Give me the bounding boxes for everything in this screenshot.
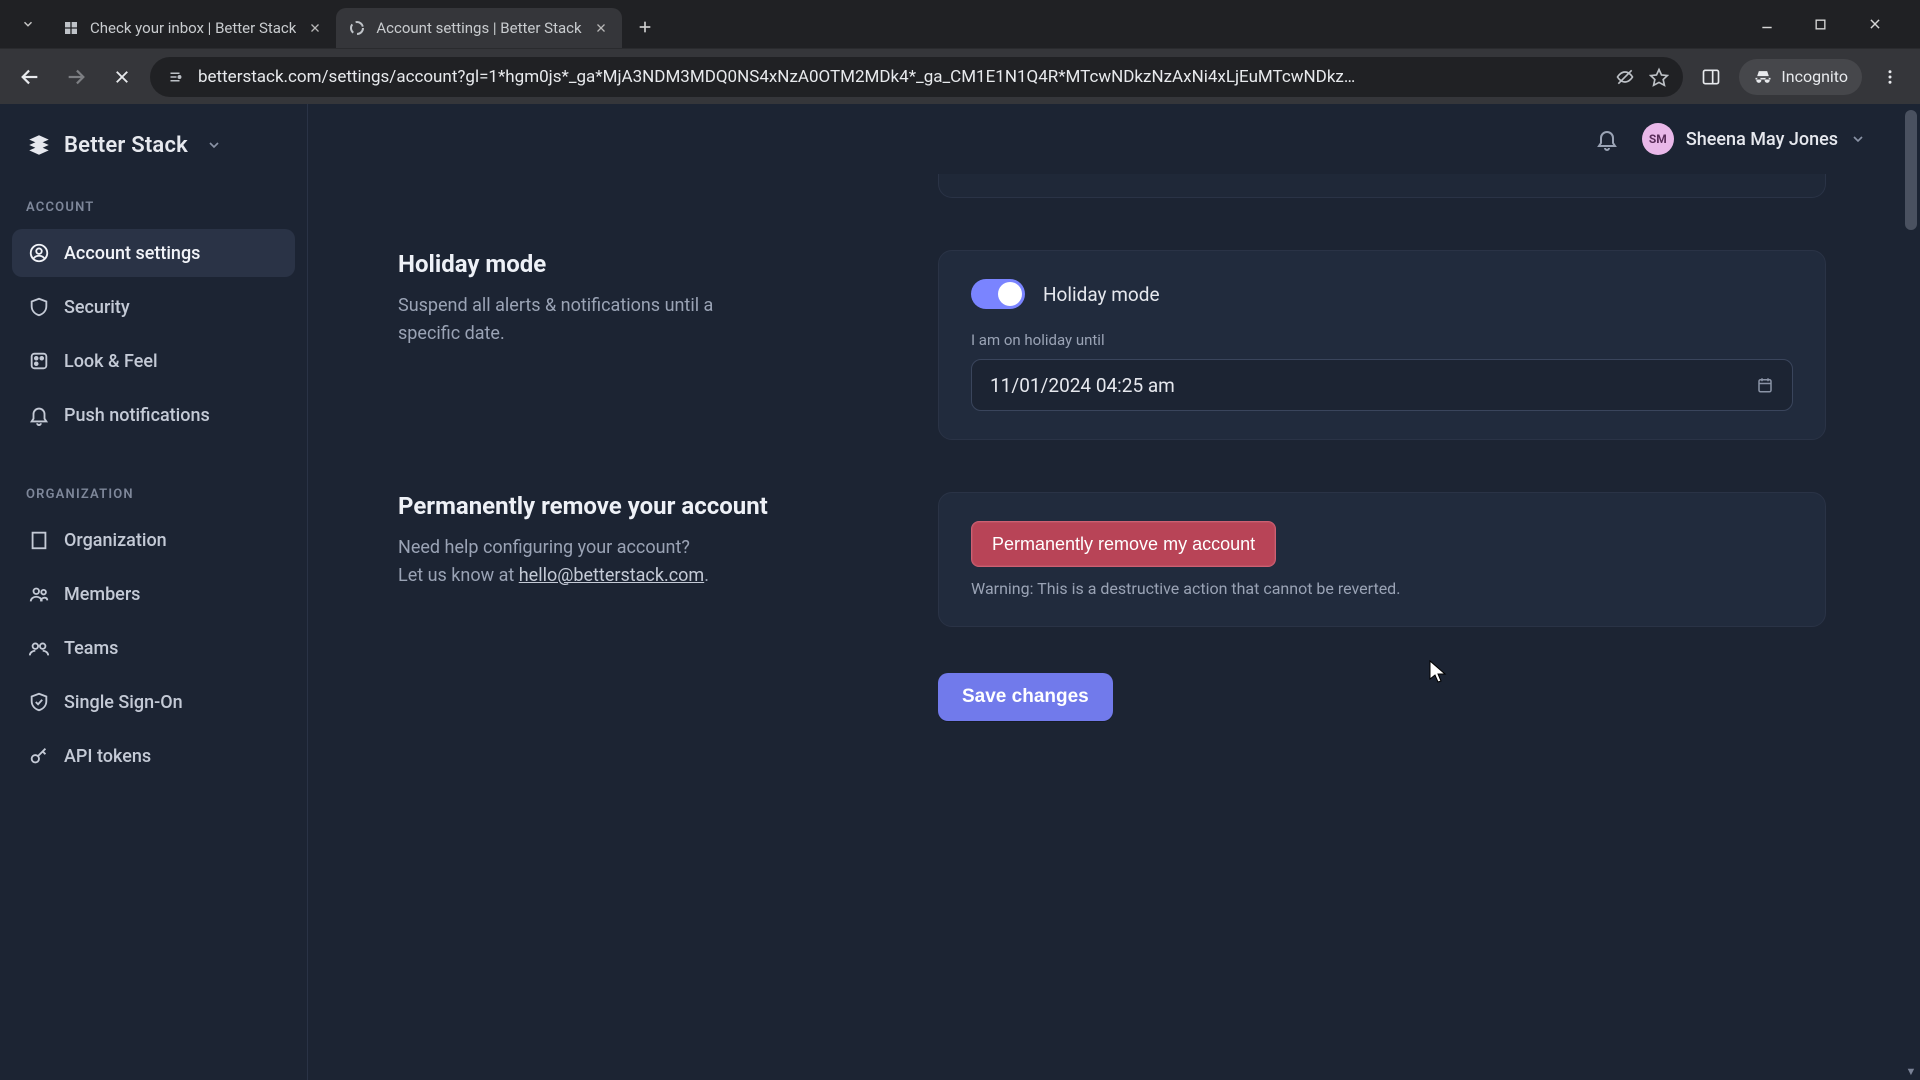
sidebar-item-sso[interactable]: Single Sign-On bbox=[12, 678, 295, 726]
shield-icon bbox=[28, 296, 50, 318]
browser-menu-button[interactable] bbox=[1872, 59, 1908, 95]
tab-title: Account settings | Better Stack bbox=[376, 19, 581, 37]
users-icon bbox=[28, 583, 50, 605]
incognito-icon bbox=[1753, 67, 1773, 87]
tab-strip: Check your inbox | Better Stack Account … bbox=[0, 0, 1920, 48]
main-column: SM Sheena May Jones Holiday mode Suspend… bbox=[308, 104, 1920, 1080]
sidebar-item-teams[interactable]: Teams bbox=[12, 624, 295, 672]
holiday-until-input[interactable]: 11/01/2024 04:25 am bbox=[971, 359, 1793, 411]
remove-warning: Warning: This is a destructive action th… bbox=[971, 579, 1793, 598]
url-text: betterstack.com/settings/account?gl=1*hg… bbox=[198, 67, 1603, 87]
sidebar-item-account-settings[interactable]: Account settings bbox=[12, 229, 295, 277]
sidebar-item-label: Members bbox=[64, 584, 140, 605]
topbar: SM Sheena May Jones bbox=[308, 104, 1902, 174]
tab-search-button[interactable] bbox=[10, 6, 46, 42]
scroll-thumb[interactable] bbox=[1905, 110, 1917, 230]
sidebar-item-label: Push notifications bbox=[64, 405, 210, 426]
remove-desc-suffix: . bbox=[704, 565, 709, 586]
tab-title: Check your inbox | Better Stack bbox=[90, 19, 296, 37]
remove-desc-line2-prefix: Let us know at bbox=[398, 565, 519, 586]
tab-close-icon[interactable] bbox=[592, 19, 610, 37]
settings-content: Holiday mode Suspend all alerts & notifi… bbox=[308, 174, 1902, 761]
incognito-chip[interactable]: Incognito bbox=[1739, 59, 1862, 95]
sidebar-item-label: Teams bbox=[64, 638, 118, 659]
setting-holiday-mode: Holiday mode Suspend all alerts & notifi… bbox=[398, 250, 1866, 440]
shield-check-icon bbox=[28, 691, 50, 713]
remove-desc-line1: Need help configuring your account? bbox=[398, 537, 690, 558]
save-changes-button[interactable]: Save changes bbox=[938, 673, 1113, 721]
app-viewport: Better Stack ACCOUNT Account settings Se… bbox=[0, 104, 1920, 1080]
site-info-icon[interactable] bbox=[164, 66, 186, 88]
window-controls bbox=[1760, 0, 1912, 48]
scrollbar[interactable]: ▲ ▼ bbox=[1902, 104, 1920, 1080]
toggle-label: Holiday mode bbox=[1043, 283, 1160, 306]
chevron-down-icon bbox=[206, 137, 222, 153]
user-menu[interactable]: SM Sheena May Jones bbox=[1642, 123, 1866, 155]
eye-off-icon[interactable] bbox=[1615, 67, 1635, 87]
user-circle-icon bbox=[28, 242, 50, 264]
key-icon bbox=[28, 745, 50, 767]
tab-favicon bbox=[62, 19, 80, 37]
holiday-toggle[interactable] bbox=[971, 279, 1025, 309]
window-close-button[interactable] bbox=[1868, 17, 1896, 31]
scroll-down-arrow[interactable]: ▼ bbox=[1902, 1062, 1920, 1080]
bell-icon bbox=[28, 404, 50, 426]
browser-tab-settings[interactable]: Account settings | Better Stack bbox=[336, 8, 621, 48]
browser-window: Check your inbox | Better Stack Account … bbox=[0, 0, 1920, 1080]
nav-section-organization: ORGANIZATION bbox=[12, 473, 295, 510]
sidebar-item-label: Security bbox=[64, 297, 130, 318]
user-name: Sheena May Jones bbox=[1686, 129, 1838, 150]
brand-name: Better Stack bbox=[64, 133, 188, 158]
sidebar-item-label: API tokens bbox=[64, 746, 151, 767]
sidebar-item-security[interactable]: Security bbox=[12, 283, 295, 331]
avatar: SM bbox=[1642, 123, 1674, 155]
notifications-button[interactable] bbox=[1594, 126, 1620, 152]
toggle-knob bbox=[998, 282, 1022, 306]
setting-description: Suspend all alerts & notifications until… bbox=[398, 292, 778, 348]
support-email-link[interactable]: hello@betterstack.com bbox=[519, 565, 704, 586]
building-icon bbox=[28, 529, 50, 551]
window-maximize-button[interactable] bbox=[1814, 18, 1842, 31]
sidebar-item-organization[interactable]: Organization bbox=[12, 516, 295, 564]
side-panel-button[interactable] bbox=[1693, 59, 1729, 95]
nav-stop-button[interactable] bbox=[104, 59, 140, 95]
previous-card-edge bbox=[938, 174, 1826, 198]
browser-toolbar: betterstack.com/settings/account?gl=1*hg… bbox=[0, 48, 1920, 104]
palette-icon bbox=[28, 350, 50, 372]
sidebar-item-label: Single Sign-On bbox=[64, 692, 183, 713]
sidebar-item-look-feel[interactable]: Look & Feel bbox=[12, 337, 295, 385]
team-icon bbox=[28, 637, 50, 659]
new-tab-button[interactable] bbox=[628, 10, 662, 44]
bookmark-star-icon[interactable] bbox=[1649, 67, 1669, 87]
address-bar[interactable]: betterstack.com/settings/account?gl=1*hg… bbox=[150, 57, 1683, 97]
brand-logo-icon bbox=[26, 132, 52, 158]
holiday-until-label: I am on holiday until bbox=[971, 331, 1793, 349]
setting-title: Holiday mode bbox=[398, 250, 898, 278]
sidebar-item-label: Organization bbox=[64, 530, 167, 551]
setting-remove-account: Permanently remove your account Need hel… bbox=[398, 492, 1866, 627]
nav-section-account: ACCOUNT bbox=[12, 186, 295, 223]
incognito-label: Incognito bbox=[1781, 67, 1848, 86]
sidebar-item-members[interactable]: Members bbox=[12, 570, 295, 618]
sidebar-item-label: Account settings bbox=[64, 243, 200, 264]
tab-close-icon[interactable] bbox=[306, 19, 324, 37]
date-value: 11/01/2024 04:25 am bbox=[990, 374, 1175, 397]
setting-description: Need help configuring your account? Let … bbox=[398, 534, 778, 590]
sidebar: Better Stack ACCOUNT Account settings Se… bbox=[0, 104, 308, 1080]
sidebar-item-api-tokens[interactable]: API tokens bbox=[12, 732, 295, 780]
setting-title: Permanently remove your account bbox=[398, 492, 898, 520]
tab-favicon bbox=[348, 19, 366, 37]
sidebar-item-push[interactable]: Push notifications bbox=[12, 391, 295, 439]
calendar-icon bbox=[1756, 376, 1774, 394]
remove-account-button[interactable]: Permanently remove my account bbox=[971, 521, 1276, 567]
brand-switcher[interactable]: Better Stack bbox=[12, 124, 295, 180]
sidebar-item-label: Look & Feel bbox=[64, 351, 158, 372]
nav-back-button[interactable] bbox=[12, 59, 48, 95]
window-minimize-button[interactable] bbox=[1760, 17, 1788, 31]
chevron-down-icon bbox=[1850, 131, 1866, 147]
holiday-card: Holiday mode I am on holiday until 11/01… bbox=[938, 250, 1826, 440]
browser-tab-inbox[interactable]: Check your inbox | Better Stack bbox=[50, 8, 336, 48]
nav-forward-button[interactable] bbox=[58, 59, 94, 95]
remove-card: Permanently remove my account Warning: T… bbox=[938, 492, 1826, 627]
